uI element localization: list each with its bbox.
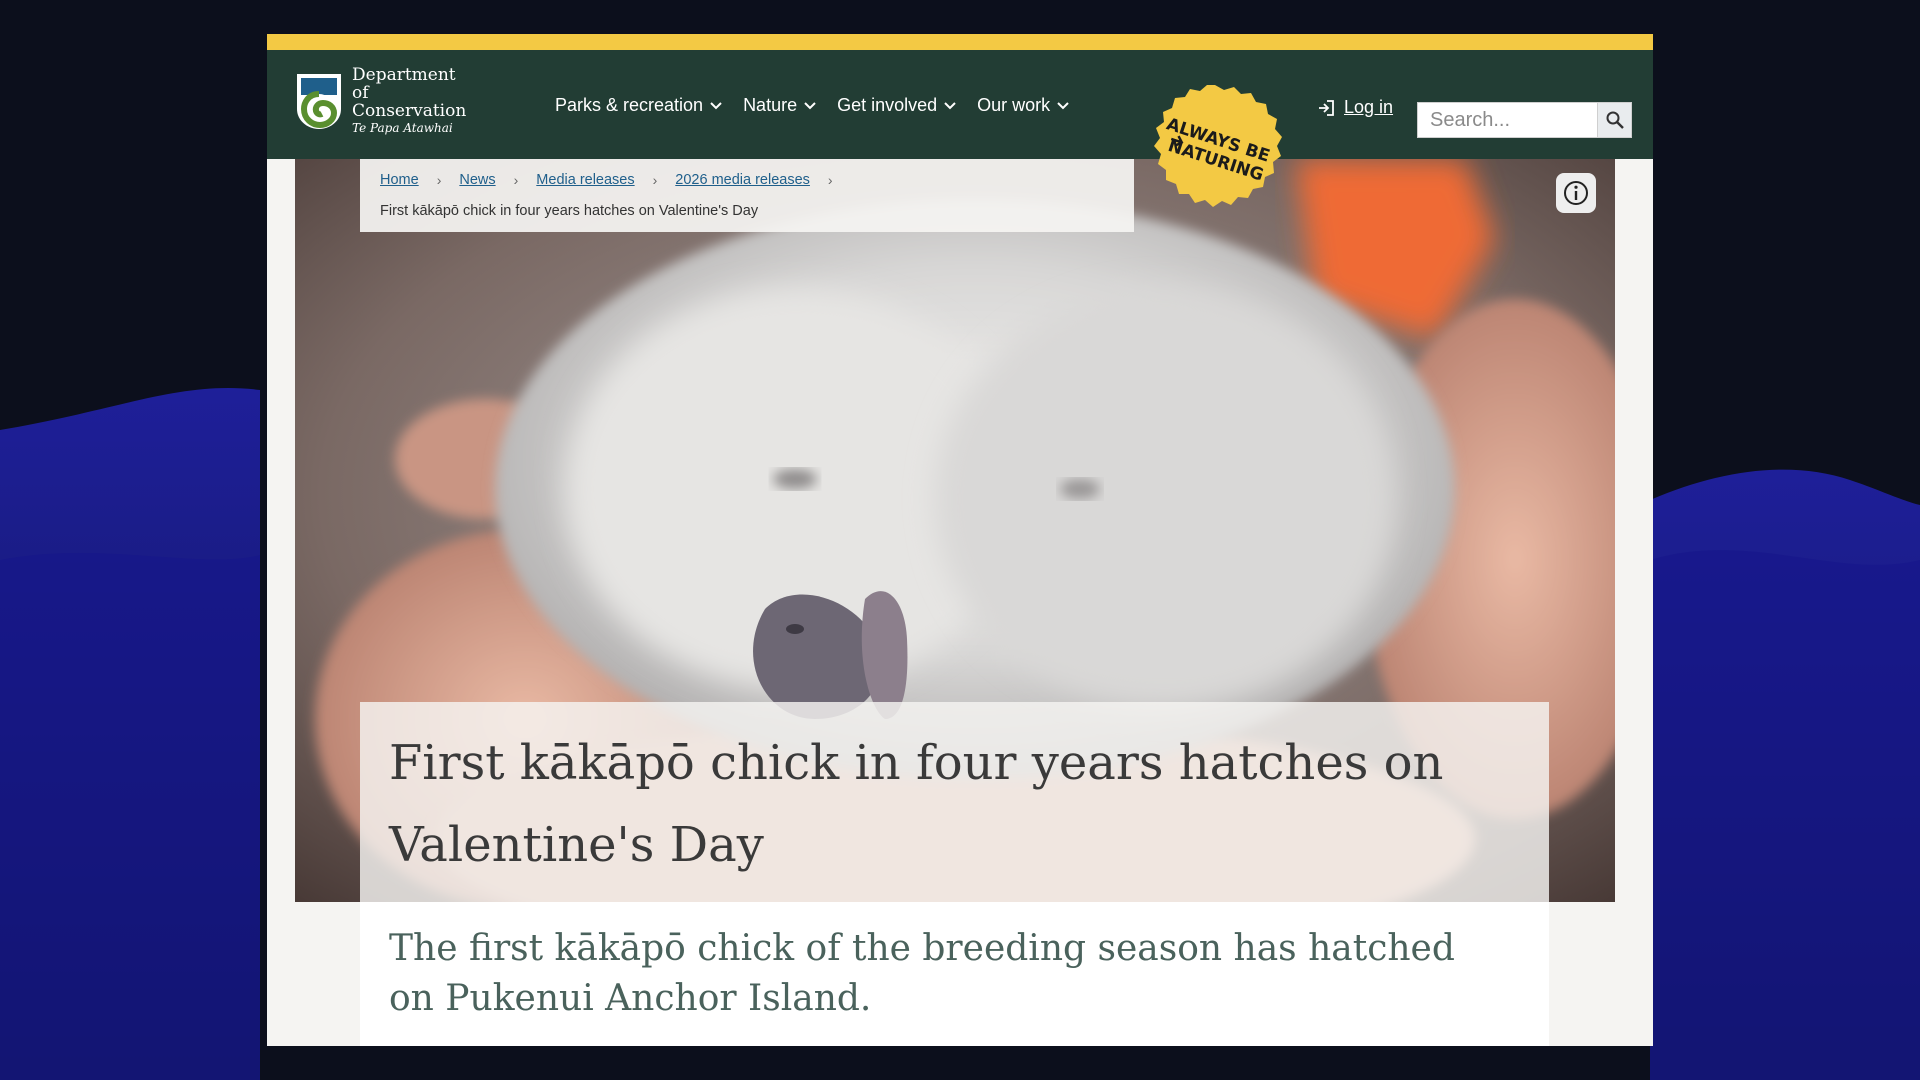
accent-stripe <box>267 34 1653 50</box>
search-button[interactable] <box>1598 102 1632 138</box>
article-lead: The first kākāpō chick of the breeding s… <box>389 928 1455 1019</box>
article-title: First kākāpō chick in four years hatches… <box>389 735 1444 873</box>
search-input[interactable] <box>1417 102 1598 138</box>
login-icon <box>1319 99 1334 116</box>
logo-text: Department of Conservation Te Papa Atawh… <box>352 64 467 136</box>
search-icon <box>1606 111 1624 129</box>
logo-line-1: Department of <box>352 64 456 103</box>
logo-line-3: Te Papa Atawhai <box>352 121 453 136</box>
image-info-button[interactable] <box>1556 173 1596 213</box>
main-nav: Parks & recreation Nature Get involved O… <box>555 95 1070 116</box>
article-lead-box: The first kākāpō chick of the breeding s… <box>360 902 1549 1046</box>
chevron-down-icon <box>944 101 956 109</box>
always-be-naturing-badge[interactable]: ALWAYS BE NATURING <box>1146 81 1284 219</box>
chevron-down-icon <box>710 101 722 109</box>
site-header: Department of Conservation Te Papa Atawh… <box>267 50 1653 159</box>
doc-emblem-icon <box>297 74 341 129</box>
article-title-box: First kākāpō chick in four years hatches… <box>360 702 1549 902</box>
chevron-right-icon: › <box>652 172 658 188</box>
breadcrumb-current: First kākāpō chick in four years hatches… <box>380 203 759 219</box>
chevron-down-icon <box>1057 101 1069 109</box>
search-form <box>1417 102 1632 138</box>
info-icon <box>1564 181 1588 205</box>
breadcrumb-2026-media-releases[interactable]: 2026 media releases <box>675 172 810 188</box>
nav-label: Nature <box>743 95 798 115</box>
breadcrumb-links: Home › News › Media releases › 2026 medi… <box>380 172 851 188</box>
nav-label: Parks & recreation <box>555 95 704 115</box>
chevron-down-icon <box>804 101 816 109</box>
chevron-right-icon: › <box>436 172 442 188</box>
chevron-right-icon: › <box>827 172 833 188</box>
breadcrumb-news[interactable]: News <box>459 172 495 188</box>
breadcrumb: Home › News › Media releases › 2026 medi… <box>360 159 1134 232</box>
website-frame: Department of Conservation Te Papa Atawh… <box>267 34 1653 1046</box>
breadcrumb-media-releases[interactable]: Media releases <box>536 172 634 188</box>
nav-label: Our work <box>977 95 1051 115</box>
logo-line-2: Conservation <box>352 100 467 121</box>
breadcrumb-home[interactable]: Home <box>380 172 419 188</box>
login-link[interactable]: Log in <box>1316 97 1393 118</box>
nav-nature[interactable]: Nature <box>743 95 817 116</box>
nav-label: Get involved <box>837 95 938 115</box>
doc-logo[interactable]: Department of Conservation Te Papa Atawh… <box>294 64 467 136</box>
nav-get-involved[interactable]: Get involved <box>837 95 957 116</box>
nav-our-work[interactable]: Our work <box>977 95 1070 116</box>
chevron-right-icon: › <box>513 172 519 188</box>
login-label: Log in <box>1344 97 1394 117</box>
nav-parks-recreation[interactable]: Parks & recreation <box>555 95 723 116</box>
